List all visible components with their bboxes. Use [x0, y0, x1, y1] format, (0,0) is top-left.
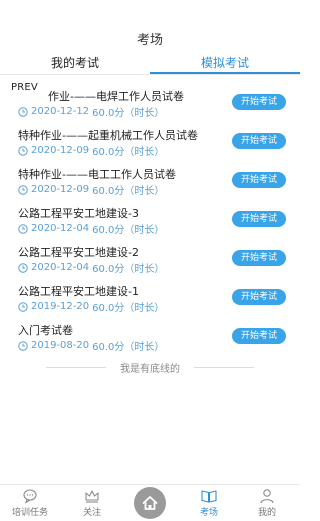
- home-button[interactable]: [134, 487, 166, 519]
- prev-label: PREV: [11, 82, 38, 93]
- clock-icon: [18, 340, 28, 351]
- exam-title: 特种作业-——电工工作人员试卷: [18, 168, 176, 181]
- exam-item[interactable]: 公路工程平安工地建设-1 2019-12-20 60.0分（时长） 开始考试: [0, 277, 300, 316]
- nav-training-tasks[interactable]: 培训任务: [5, 487, 55, 518]
- exam-date: 2019-12-20: [31, 301, 90, 312]
- exam-meta: 2020-12-04 60.0分（时长）: [18, 221, 164, 236]
- nav-follow[interactable]: 关注: [67, 487, 117, 518]
- book-icon: [201, 490, 217, 503]
- exam-duration: 60.0分（时长）: [92, 186, 165, 197]
- exam-item[interactable]: PREV 作业-——电焊工作人员试卷 2020-12-12 60.0分（时长） …: [0, 82, 300, 121]
- nav-label: 考场: [199, 508, 218, 518]
- exam-duration: 60.0分（时长）: [92, 108, 165, 119]
- divider: [194, 367, 254, 368]
- exam-item[interactable]: 特种作业-——电工工作人员试卷 2020-12-09 60.0分（时长） 开始考…: [0, 160, 300, 199]
- nav-mine[interactable]: 我的: [242, 487, 292, 518]
- crown-icon: [85, 490, 99, 503]
- clock-icon: [18, 223, 28, 234]
- exam-title: 公路工程平安工地建设-2: [18, 246, 139, 259]
- exam-date: 2020-12-09: [31, 184, 90, 195]
- home-icon: [142, 496, 158, 510]
- exam-meta: 2020-12-04 60.0分（时长）: [18, 260, 164, 275]
- clock-icon: [18, 301, 28, 312]
- start-exam-button[interactable]: 开始考试: [232, 172, 286, 188]
- exam-title: 作业-——电焊工作人员试卷: [48, 90, 184, 103]
- start-exam-button[interactable]: 开始考试: [232, 250, 286, 266]
- nav-label: 培训任务: [11, 508, 48, 518]
- exam-item[interactable]: 入门考试卷 2019-08-20 60.0分（时长） 开始考试: [0, 316, 300, 355]
- start-exam-button[interactable]: 开始考试: [232, 211, 286, 227]
- start-exam-button[interactable]: 开始考试: [232, 289, 286, 305]
- clock-icon: [18, 106, 28, 117]
- page-title: 考场: [136, 33, 163, 48]
- exam-list: PREV 作业-——电焊工作人员试卷 2020-12-12 60.0分（时长） …: [0, 82, 300, 355]
- start-exam-button[interactable]: 开始考试: [232, 133, 286, 149]
- tab-bar: 我的考试 模拟考试: [0, 52, 300, 80]
- exam-date: 2019-08-20: [31, 340, 90, 351]
- exam-meta: 2019-08-20 60.0分（时长）: [18, 338, 164, 353]
- clock-icon: [18, 262, 28, 273]
- start-exam-button[interactable]: 开始考试: [232, 94, 286, 110]
- exam-meta: 2019-12-20 60.0分（时长）: [18, 299, 164, 314]
- exam-date: 2020-12-12: [31, 106, 90, 117]
- start-exam-button[interactable]: 开始考试: [232, 328, 286, 344]
- exam-meta: 2020-12-09 60.0分（时长）: [18, 143, 164, 158]
- exam-meta: 2020-12-12 60.0分（时长）: [18, 104, 164, 119]
- nav-exam-room[interactable]: 考场: [184, 487, 234, 518]
- exam-title: 公路工程平安工地建设-1: [18, 285, 139, 298]
- end-of-list-text: 我是有底线的: [120, 364, 180, 375]
- exam-date: 2020-12-09: [31, 145, 90, 156]
- exam-duration: 60.0分（时长）: [92, 342, 165, 353]
- exam-duration: 60.0分（时长）: [92, 147, 165, 158]
- exam-duration: 60.0分（时长）: [92, 264, 165, 275]
- clock-icon: [18, 145, 28, 156]
- exam-title: 入门考试卷: [18, 324, 73, 337]
- exam-item[interactable]: 特种作业-——起重机械工作人员试卷 2020-12-09 60.0分（时长） 开…: [0, 121, 300, 160]
- person-icon: [260, 489, 274, 504]
- divider: [0, 74, 300, 75]
- chat-bubble-icon: [23, 489, 37, 504]
- exam-item[interactable]: 公路工程平安工地建设-2 2020-12-04 60.0分（时长） 开始考试: [0, 238, 300, 277]
- end-of-list-indicator: 我是有底线的: [0, 360, 300, 375]
- exam-title: 特种作业-——起重机械工作人员试卷: [18, 129, 198, 142]
- exam-date: 2020-12-04: [31, 223, 90, 234]
- exam-meta: 2020-12-09 60.0分（时长）: [18, 182, 164, 197]
- nav-label: 我的: [257, 508, 276, 518]
- exam-duration: 60.0分（时长）: [92, 303, 165, 314]
- header-bar: 考场: [0, 0, 300, 50]
- exam-title: 公路工程平安工地建设-3: [18, 207, 139, 220]
- nav-label: 关注: [82, 508, 101, 518]
- exam-date: 2020-12-04: [31, 262, 90, 273]
- exam-duration: 60.0分（时长）: [92, 225, 165, 236]
- clock-icon: [18, 184, 28, 195]
- exam-item[interactable]: 公路工程平安工地建设-3 2020-12-04 60.0分（时长） 开始考试: [0, 199, 300, 238]
